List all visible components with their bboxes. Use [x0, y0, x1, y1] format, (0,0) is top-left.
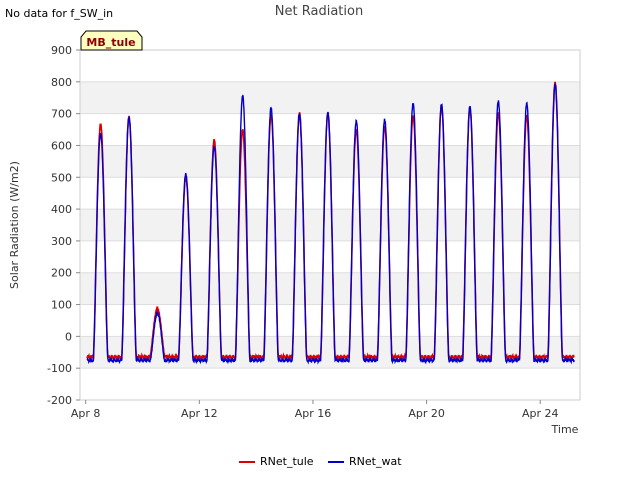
y-tick-label: 700 — [51, 108, 72, 121]
y-tick-label: 400 — [51, 203, 72, 216]
y-tick-label: 200 — [51, 267, 72, 280]
legend: RNet_tule RNet_wat — [239, 455, 402, 468]
y-axis-label: Solar Radiation (W/m2) — [8, 161, 21, 289]
chart-title: Net Radiation — [275, 4, 363, 19]
y-axis-ticks: -200 -100 0 100 200 300 400 500 600 700 800 900 — [47, 44, 80, 407]
y-tick-label: 500 — [51, 171, 72, 184]
y-tick-label: 800 — [51, 76, 72, 89]
grid-band — [80, 81, 580, 114]
x-tick-label: Apr 12 — [181, 407, 218, 420]
site-tag: MB_tule — [80, 30, 143, 51]
x-tick-label: Apr 24 — [522, 407, 559, 420]
x-axis-label: Time — [551, 423, 579, 436]
legend-label-tule: RNet_tule — [260, 455, 314, 468]
y-tick-label: 300 — [51, 235, 72, 248]
x-tick-label: Apr 16 — [295, 407, 332, 420]
legend-label-wat: RNet_wat — [349, 455, 402, 468]
site-tag-label: MB_tule — [86, 36, 135, 49]
grid-band — [80, 209, 580, 241]
x-tick-label: Apr 8 — [71, 407, 101, 420]
y-tick-label: 900 — [51, 44, 72, 57]
net-radiation-chart: -200 -100 0 100 200 300 400 500 600 700 800 900 Apr… — [8, 4, 581, 468]
x-tick-label: Apr 20 — [408, 407, 445, 420]
y-tick-label: -100 — [47, 362, 72, 375]
y-tick-label: -200 — [47, 394, 72, 407]
grid-band — [80, 272, 580, 305]
y-tick-label: 600 — [51, 139, 72, 152]
y-tick-label: 0 — [65, 330, 72, 343]
x-axis-ticks: Apr 8 Apr 12 Apr 16 Apr 20 Apr 24 — [71, 400, 559, 420]
y-tick-label: 100 — [51, 299, 72, 312]
